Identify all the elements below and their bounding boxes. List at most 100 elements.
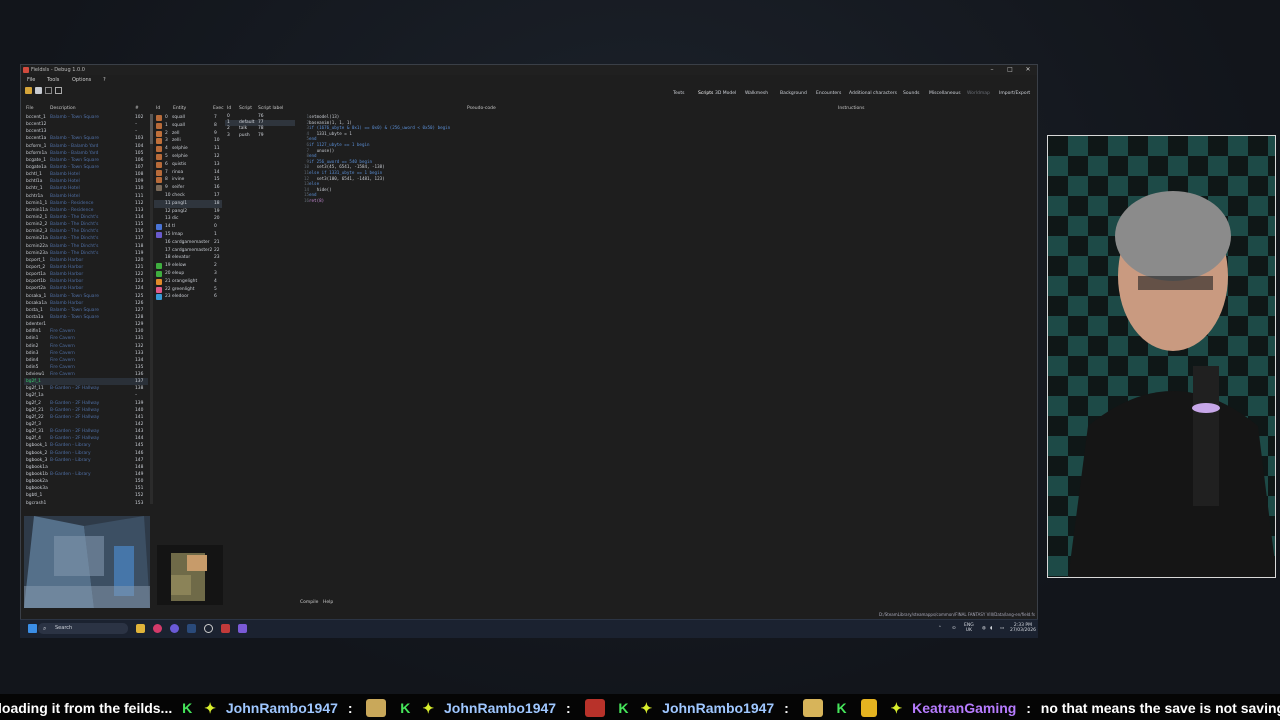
save-icon[interactable]	[35, 87, 42, 94]
field-list-row[interactable]: bcmin2_1 Balamb - The Dincht's 114	[24, 214, 148, 221]
entity-list-row[interactable]: 12 pangl2 19	[154, 208, 222, 216]
field-list-row[interactable]: bcport2a Balamb Harbor 124	[24, 285, 148, 292]
field-list-row[interactable]: bcmin1_1 Balamb - Residence 112	[24, 200, 148, 207]
field-list-row[interactable]: bcsaka_1 Balamb - Town Square 125	[24, 293, 148, 300]
field-list-row[interactable]: bgbook_1 B-Garden - Library 145	[24, 442, 148, 449]
tray-chevron-icon[interactable]: ⌃	[938, 626, 942, 631]
field-list-row[interactable]: bgbook_3 B-Garden - Library 147	[24, 457, 148, 464]
field-list-row[interactable]: bcform_1 Balamb - Balamb Yard 104	[24, 143, 148, 150]
description-column-header[interactable]: Description	[50, 106, 76, 111]
entity-list-row[interactable]: 16 cardgamemaster 21	[154, 239, 222, 247]
entity-list-row[interactable]: 6 quistis 13	[154, 161, 222, 169]
menu-file[interactable]: File	[27, 77, 35, 83]
field-list-row[interactable]: bgbook3a 151	[24, 485, 148, 492]
entity-list-row[interactable]: 1 squall 8	[154, 122, 222, 130]
tab-miscellaneous[interactable]: Miscellaneous	[929, 91, 961, 96]
field-list-row[interactable]: bcform1a Balamb - Balamb Yard 105	[24, 150, 148, 157]
folder-icon[interactable]	[25, 87, 32, 94]
field-list-row[interactable]: bcmin2_2 Balamb - The Dincht's 115	[24, 221, 148, 228]
field-list-row[interactable]: bcmin21a Balamb - The Dincht's 117	[24, 235, 148, 242]
language-indicator[interactable]: ENG UK	[964, 623, 974, 633]
entity-list-row[interactable]: 3 zelli 10	[154, 137, 222, 145]
maximize-button[interactable]: □	[1001, 65, 1019, 75]
entity-column-header[interactable]: Entity	[173, 106, 186, 111]
field-list-row[interactable]: bdin2 Fire Cavern 132	[24, 343, 148, 350]
entity-list-row[interactable]: 19 elelow 2	[154, 262, 222, 270]
field-list-row[interactable]: bchtl_1 Balamb Hotel 108	[24, 171, 148, 178]
field-list-row[interactable]: bccent12 –	[24, 121, 148, 128]
field-list-row[interactable]: bchtr_1 Balamb Hotel 110	[24, 185, 148, 192]
script-column-header[interactable]: Script	[239, 106, 252, 111]
pseudo-code-editor[interactable]: 1 setmodel(13) 2 baseanim(1, 1, 1) 3 if (1676…	[301, 114, 1035, 594]
field-list[interactable]: bccent_1 Balamb - Town Square 102 bccent12 –…	[24, 114, 148, 574]
field-list-row[interactable]: bcsta_1 Balamb - Town Square 127	[24, 307, 148, 314]
volume-icon[interactable]: ◖	[990, 626, 992, 631]
file-explorer-icon[interactable]	[136, 624, 145, 633]
field-list-row[interactable]: bdenter1 129	[24, 321, 148, 328]
field-list-row[interactable]: bdin1 Fire Cavern 131	[24, 335, 148, 342]
entity-list-row[interactable]: 2 zell 9	[154, 130, 222, 138]
field-list-row[interactable]: bg2f_22 B-Garden - 2F Hallway 141	[24, 414, 148, 421]
field-list-row[interactable]: bgbook2a 150	[24, 478, 148, 485]
field-list-row[interactable]: bdin5 Fire Cavern 135	[24, 364, 148, 371]
entity-list-row[interactable]: 14 tl 0	[154, 223, 222, 231]
script-label-column-header[interactable]: Script label	[258, 106, 283, 111]
field-list-row[interactable]: bg2f_1 137	[24, 378, 148, 386]
field-list-row[interactable]: bg2f_11 B-Garden - 2F Hallway 138	[24, 385, 148, 392]
field-list-row[interactable]: bg2f_1a –	[24, 392, 148, 399]
tab-worldmap[interactable]: Worldmap	[967, 91, 990, 96]
app-icon-4[interactable]	[238, 624, 247, 633]
field-list-row[interactable]: bcport_2 Balamb Harbor 121	[24, 264, 148, 271]
tab-walkmesh[interactable]: Walkmesh	[745, 91, 768, 96]
file-column-header[interactable]: File	[26, 106, 34, 111]
field-list-scrollbar[interactable]	[150, 114, 153, 504]
script-list[interactable]: 0 76 1 default 77 2 talk 78 3 push 79	[225, 114, 295, 139]
menu-tools[interactable]: Tools	[47, 77, 59, 83]
tab-texts[interactable]: Texts	[673, 91, 684, 96]
field-list-row[interactable]: bccent13 –	[24, 128, 148, 135]
entity-list-row[interactable]: 15 lmap 1	[154, 231, 222, 239]
field-list-row[interactable]: bcport1b Balamb Harbor 123	[24, 278, 148, 285]
menu-help[interactable]: ?	[103, 77, 106, 83]
app-icon-2[interactable]	[170, 624, 179, 633]
field-list-row[interactable]: bgbtl_1 152	[24, 492, 148, 499]
number-column-header[interactable]: #	[135, 106, 139, 111]
script-list-row[interactable]: 3 push 79	[225, 133, 295, 139]
field-list-row[interactable]: bccent1a Balamb - Town Square 103	[24, 135, 148, 142]
field-list-row[interactable]: bchtr1a Balamb Hotel 111	[24, 193, 148, 200]
entity-list-row[interactable]: 17 cardgamemaster2 22	[154, 247, 222, 255]
entity-list-row[interactable]: 5 selphie 12	[154, 153, 222, 161]
field-list-row[interactable]: bg2f_2 B-Garden - 2F Hallway 139	[24, 400, 148, 407]
entity-list-row[interactable]: 20 eleup 3	[154, 270, 222, 278]
tab-additional-characters[interactable]: Additional characters	[849, 91, 897, 96]
entity-list-row[interactable]: 23 eledoor 6	[154, 293, 222, 301]
field-list-row[interactable]: bg2f_21 B-Garden - 2F Hallway 140	[24, 407, 148, 414]
entity-list-row[interactable]: 8 irvine 15	[154, 176, 222, 184]
tray-network-icon[interactable]: ⊙	[952, 626, 956, 631]
clock[interactable]: 2:33 PM 27/03/2026	[1010, 623, 1036, 633]
grid-icon[interactable]	[55, 87, 62, 94]
field-list-row[interactable]: bdin4 Fire Cavern 134	[24, 357, 148, 364]
tab-scripts[interactable]: Scripts	[698, 91, 713, 96]
entity-list-row[interactable]: 4 selphie 11	[154, 145, 222, 153]
field-list-row[interactable]: bcgate1a Balamb - Town Square 107	[24, 164, 148, 171]
help-button[interactable]: Help	[323, 600, 333, 605]
app-icon-3[interactable]	[221, 624, 230, 633]
app-icon-1[interactable]	[153, 624, 162, 633]
tab-3d-model[interactable]: 3D Model	[715, 91, 736, 96]
entity-list-row[interactable]: 22 greenlight 5	[154, 286, 222, 294]
entity-list-row[interactable]: 7 rinoa 14	[154, 169, 222, 177]
field-list-row[interactable]: bcport1a Balamb Harbor 122	[24, 271, 148, 278]
obs-icon[interactable]	[204, 624, 213, 633]
field-list-row[interactable]: bccent_1 Balamb - Town Square 102	[24, 114, 148, 121]
tab-import-export[interactable]: Import/Export	[999, 91, 1030, 96]
field-list-row[interactable]: bcmin2_3 Balamb - The Dincht's 116	[24, 228, 148, 235]
wifi-icon[interactable]: ◍	[982, 626, 986, 631]
entity-list-row[interactable]: 13 dic 20	[154, 215, 222, 223]
entity-list-row[interactable]: 10 check 17	[154, 192, 222, 200]
menu-options[interactable]: Options	[72, 77, 91, 83]
field-list-row[interactable]: bcgate_1 Balamb - Town Square 106	[24, 157, 148, 164]
exec-column-header[interactable]: Exec	[213, 106, 224, 111]
field-list-row[interactable]: bcsaka1a Balamb Harbor 126	[24, 300, 148, 307]
entity-list[interactable]: 0 squall 7 1 squall 8 2 zell 9 3 zelli 10 4 selphie 11…	[154, 114, 222, 314]
